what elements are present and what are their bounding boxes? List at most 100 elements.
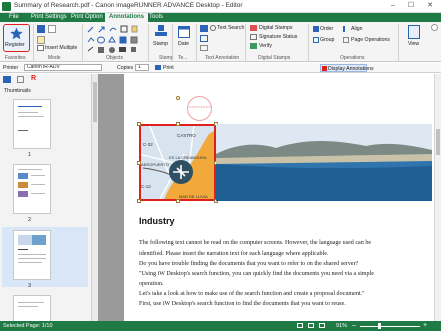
map-label-creaboura: ES LA CREABOURA xyxy=(169,155,207,160)
body-line: First, use iW Desktop's search function … xyxy=(139,301,346,307)
zoom-slider-thumb[interactable] xyxy=(378,323,381,329)
resize-handle[interactable] xyxy=(137,161,141,165)
calendar-icon xyxy=(178,26,190,38)
thumbnail-pane: R Thumbnails 1 2 3 xyxy=(0,74,92,321)
select-mode-icon[interactable] xyxy=(48,25,56,33)
thumbnail-page-1[interactable] xyxy=(13,99,51,149)
map-label-castro: CASTRO xyxy=(177,133,196,138)
digital-stamp-icon xyxy=(250,25,257,31)
group-button[interactable]: Group xyxy=(320,37,334,43)
resize-handle[interactable] xyxy=(176,199,180,203)
text-search-button[interactable]: Text Search xyxy=(217,25,244,31)
align-button[interactable]: Align xyxy=(351,26,363,32)
link-icon[interactable] xyxy=(200,35,208,42)
objects-tool-grid[interactable] xyxy=(86,25,138,55)
maximize-button[interactable]: ☐ xyxy=(403,0,419,12)
register-button[interactable]: Register xyxy=(3,24,30,52)
annotation-icon xyxy=(322,66,327,71)
group-divider xyxy=(308,24,309,61)
print-button[interactable]: Print xyxy=(163,65,174,71)
mode-group-label: Mode xyxy=(48,55,61,61)
body-line: Let's take a look at how to make use of … xyxy=(139,291,365,297)
thumbnail-page-4[interactable] xyxy=(13,295,51,321)
display-annotations-toggle[interactable]: Display Annotations xyxy=(320,64,374,72)
page-tool-icon[interactable] xyxy=(17,76,24,83)
resize-handle[interactable] xyxy=(176,122,180,126)
zoom-level: 91% xyxy=(336,323,348,329)
tab-annotations[interactable]: Annotations xyxy=(105,13,148,22)
stamp-icon xyxy=(155,25,167,36)
view-button[interactable]: View xyxy=(408,41,419,47)
thumbnail-page-2[interactable] xyxy=(13,164,51,214)
page-operations-button[interactable]: Page Operations xyxy=(351,37,390,43)
window-title: Summary of Research.pdf - Canon imageRUN… xyxy=(14,2,243,9)
minimize-button[interactable]: – xyxy=(385,0,401,12)
printer-label: Printer xyxy=(3,65,19,71)
confidential-stamp[interactable]: C O N F I D E N T I A L xyxy=(187,96,212,121)
tab-file[interactable]: File xyxy=(5,13,23,22)
group-divider xyxy=(398,24,399,61)
thumbnail-page-3[interactable] xyxy=(13,230,51,280)
annotation-list-icon[interactable]: R xyxy=(31,75,36,82)
text-annotation-group-label: Text Annotation xyxy=(205,55,240,61)
favorites-group-label: Favorites xyxy=(5,55,26,61)
operations-group-label: Operations xyxy=(340,55,365,61)
title-bar: Summary of Research.pdf - Canon imageRUN… xyxy=(0,0,441,13)
close-button[interactable]: ✕ xyxy=(422,0,438,12)
group-divider xyxy=(196,24,197,61)
text-select-icon[interactable] xyxy=(37,36,45,44)
page-operations-icon xyxy=(343,37,349,43)
scrollbar-thumb[interactable] xyxy=(436,129,440,155)
group-divider xyxy=(82,24,83,61)
single-page-view-icon[interactable] xyxy=(297,323,303,328)
map-label-c12: C-12 xyxy=(141,184,151,189)
map-label-c32: C-32 xyxy=(143,142,153,147)
note-icon[interactable] xyxy=(200,45,208,51)
tab-tools[interactable]: Tools xyxy=(145,13,167,22)
body-line: Do you have trouble finding the document… xyxy=(139,261,359,267)
map-image[interactable]: CASTRO C-32 ES LA CREABOURA AEROPUERTO C… xyxy=(139,124,216,201)
search-icon xyxy=(210,25,216,31)
zoom-slider-track[interactable] xyxy=(360,326,420,327)
stamp-button[interactable]: Stamp xyxy=(153,41,168,47)
body-line: The following text cannot be read on the… xyxy=(139,240,372,246)
verify-button[interactable]: Verify xyxy=(259,43,272,49)
rotate-handle[interactable] xyxy=(176,96,180,100)
digital-stamps-group-label: Digital Stamps xyxy=(258,55,291,61)
resize-handle[interactable] xyxy=(137,199,141,203)
fit-width-icon[interactable] xyxy=(319,323,325,328)
zoom-out-button[interactable]: – xyxy=(352,322,356,329)
body-line: "Using iW Desktop's search function, you… xyxy=(139,271,374,277)
hand-mode-icon[interactable] xyxy=(37,25,45,33)
objects-group-label: Objects xyxy=(106,55,123,61)
two-page-view-icon[interactable] xyxy=(308,323,314,328)
thumbnails-header: Thumbnails xyxy=(4,88,31,94)
tab-print-option[interactable]: Print Option xyxy=(67,13,107,22)
group-icon xyxy=(313,37,319,43)
body-line: operation. xyxy=(139,281,164,287)
signature-status-checkbox[interactable]: Signature Status xyxy=(259,34,297,40)
zoom-in-button[interactable]: + xyxy=(423,322,427,329)
order-button[interactable]: Order xyxy=(320,26,333,32)
printer-select[interactable]: Canon iR-ADV xyxy=(24,64,102,71)
tab-print-settings[interactable]: Print Settings xyxy=(27,13,71,22)
register-label: Register xyxy=(5,42,25,48)
group-divider xyxy=(33,24,34,61)
verify-icon xyxy=(250,43,257,49)
copies-input[interactable]: 1 xyxy=(135,64,149,71)
help-icon[interactable] xyxy=(431,24,438,31)
date-button[interactable]: Date xyxy=(178,41,189,47)
pane-tool-icon[interactable] xyxy=(3,76,11,83)
insert-multiple-label[interactable]: Insert Multiple xyxy=(45,45,77,51)
display-annotations-label: Display Annotations xyxy=(328,66,374,72)
coastal-photo xyxy=(216,124,432,201)
digital-stamps-button[interactable]: Digital Stamps xyxy=(259,25,292,31)
resize-handle[interactable] xyxy=(137,122,141,126)
view-icon xyxy=(408,25,420,39)
scrollbar-thumb[interactable] xyxy=(93,82,97,122)
insert-multiple-icon xyxy=(37,45,44,51)
body-line: identified. Please insert the narration … xyxy=(139,251,329,257)
star-icon xyxy=(10,27,23,40)
document-scrollbar[interactable] xyxy=(434,74,441,321)
text-box-icon[interactable] xyxy=(200,25,208,32)
